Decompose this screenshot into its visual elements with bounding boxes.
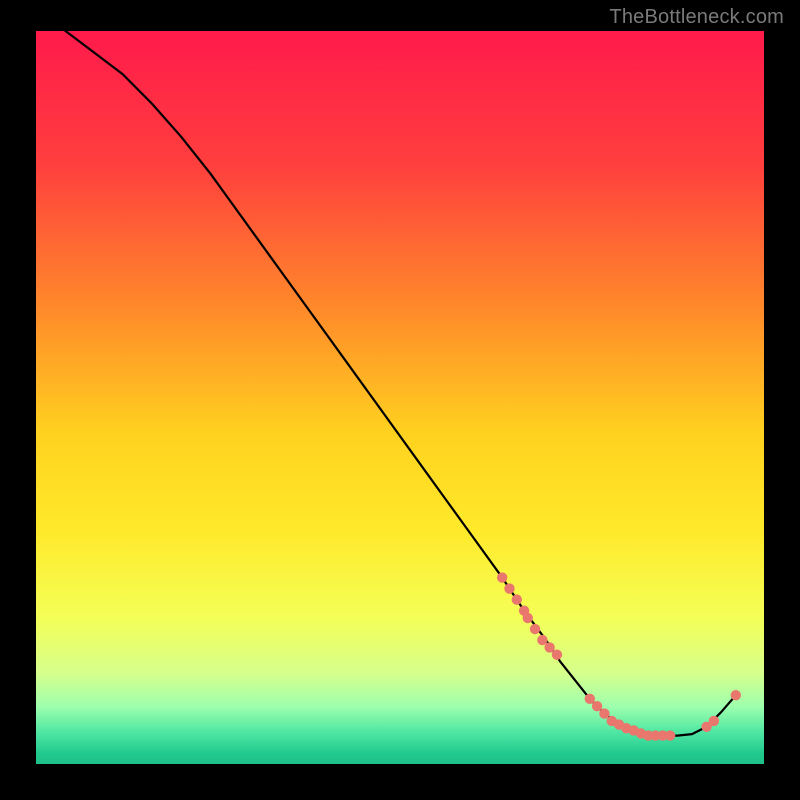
curve-marker	[709, 716, 719, 726]
plot-background	[35, 30, 765, 765]
curve-marker	[530, 624, 540, 634]
curve-marker	[552, 650, 562, 660]
curve-marker	[504, 583, 514, 593]
chart-stage: TheBottleneck.com	[0, 0, 800, 800]
curve-marker	[523, 613, 533, 623]
watermark-text: TheBottleneck.com	[609, 6, 784, 29]
curve-marker	[599, 708, 609, 718]
curve-marker	[512, 594, 522, 604]
curve-marker	[731, 690, 741, 700]
curve-marker	[544, 642, 554, 652]
curve-marker	[537, 635, 547, 645]
chart-svg	[0, 0, 800, 800]
curve-marker	[665, 730, 675, 740]
curve-marker	[585, 694, 595, 704]
curve-marker	[592, 701, 602, 711]
curve-marker	[497, 572, 507, 582]
